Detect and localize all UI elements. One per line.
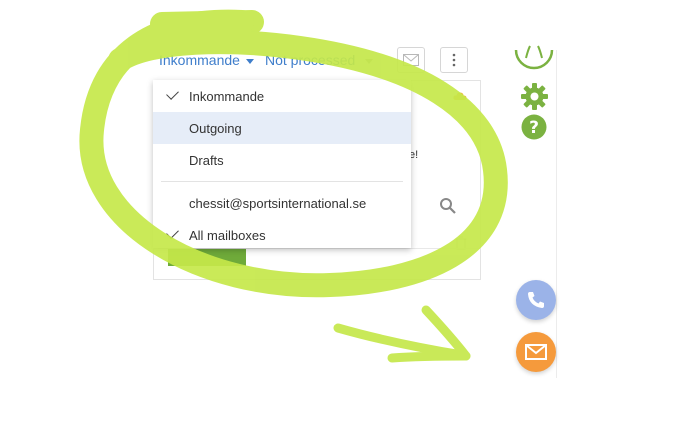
- chevron-down-icon: [245, 58, 254, 64]
- gear-icon[interactable]: [521, 83, 548, 115]
- dropdown-item-inkommande[interactable]: Inkommande: [153, 80, 411, 112]
- envelope-icon: [525, 344, 547, 360]
- more-actions-button[interactable]: [440, 47, 468, 73]
- folder-filter-dropdown[interactable]: Inkommande: [159, 52, 254, 68]
- dropdown-item-label: Inkommande: [189, 88, 265, 104]
- check-icon: [166, 87, 179, 100]
- help-icon[interactable]: ?: [521, 114, 547, 145]
- new-email-fab[interactable]: [516, 332, 556, 372]
- more-vertical-icon: [452, 53, 456, 67]
- folder-dropdown-menu: Inkommande Outgoing Drafts chessit@sport…: [153, 80, 411, 248]
- dropdown-item-label: Drafts: [189, 152, 224, 168]
- call-button[interactable]: [516, 280, 556, 320]
- sidebar-divider: [556, 50, 557, 378]
- status-filter-dropdown[interactable]: Not processed: [265, 52, 374, 68]
- trash-icon[interactable]: [455, 236, 467, 255]
- dropdown-divider: [161, 181, 403, 182]
- dropdown-item-outgoing[interactable]: Outgoing: [153, 112, 411, 144]
- phone-icon: [528, 292, 544, 308]
- cloud-icon: [453, 88, 467, 100]
- dropdown-item-label: All mailboxes: [189, 227, 266, 243]
- dropdown-item-all-mailboxes[interactable]: All mailboxes: [153, 219, 411, 251]
- check-icon: [166, 226, 179, 239]
- dropdown-item-label: Outgoing: [189, 120, 242, 136]
- dropdown-item-drafts[interactable]: Drafts: [153, 144, 411, 176]
- dropdown-item-label: chessit@sportsinternational.se: [189, 195, 367, 211]
- chevron-down-icon: [365, 58, 374, 64]
- search-icon[interactable]: [439, 197, 457, 220]
- process-button[interactable]: [168, 249, 246, 266]
- profile-icon[interactable]: [514, 40, 554, 83]
- dropdown-item-mailbox-chessit[interactable]: chessit@sportsinternational.se: [153, 187, 411, 219]
- compose-email-button[interactable]: [397, 47, 425, 73]
- envelope-icon: [403, 54, 419, 66]
- svg-text:?: ?: [529, 118, 539, 138]
- folder-filter-label: Inkommande: [159, 52, 240, 68]
- status-filter-label: Not processed: [265, 52, 356, 68]
